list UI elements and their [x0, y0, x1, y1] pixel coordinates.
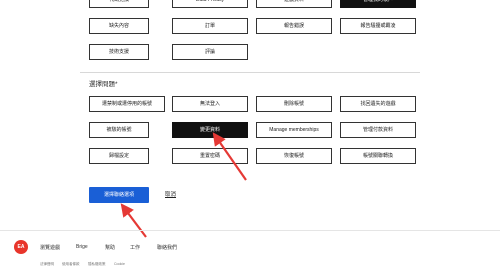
option-missing-content[interactable]: 缺失內容: [89, 18, 149, 34]
footer-link-contact[interactable]: 聯絡我們: [157, 244, 177, 251]
arrow-to-contact-button: [120, 203, 147, 238]
option-code-redeem[interactable]: 代碼兌換: [89, 0, 149, 8]
issue-reset-password[interactable]: 重置密碼: [172, 148, 248, 164]
issue-cannot-login[interactable]: 無法登入: [172, 96, 248, 112]
issue-delete-account[interactable]: 刪除帳號: [256, 96, 332, 112]
cancel-link[interactable]: 取消: [165, 187, 176, 203]
issue-recover-lost-game[interactable]: 找回遺失的遊戲: [340, 96, 416, 112]
option-game-data[interactable]: 遊戲資料: [256, 0, 332, 8]
issue-payment-info[interactable]: 管理付款資料: [340, 122, 416, 138]
issue-section-title: 選擇問題*: [89, 81, 118, 88]
option-manage-account[interactable]: 管理我的帳戶: [340, 0, 416, 8]
option-tech-support[interactable]: 技術支援: [89, 44, 149, 60]
footer-link-browse-games[interactable]: 瀏覽遊戲: [40, 244, 60, 251]
option-data-privacy[interactable]: Data Privacy: [172, 0, 248, 8]
issue-hacked-account[interactable]: 被駭的帳號: [89, 122, 149, 138]
annotation-arrows: [120, 132, 247, 238]
footer-link-help[interactable]: 幫助: [105, 244, 115, 251]
footer-legal-link[interactable]: Cookie: [114, 262, 125, 266]
issue-archive-settings[interactable]: 歸檔設定: [89, 148, 149, 164]
option-report-harassment[interactable]: 報告騷擾或霸凌: [340, 18, 416, 34]
footer-legal-link[interactable]: 使用者條款: [62, 262, 80, 267]
footer-link-brige[interactable]: Brige: [76, 244, 88, 250]
footer-link-jobs[interactable]: 工作: [130, 244, 140, 251]
footer-legal-link[interactable]: 法律聲明: [40, 262, 54, 267]
choose-contact-option-button[interactable]: 選擇聯絡選項: [89, 187, 149, 203]
issue-banned-account[interactable]: 遭禁制或遭停用的帳號: [89, 96, 165, 112]
option-orders[interactable]: 訂單: [172, 18, 248, 34]
footer-divider: [0, 230, 500, 231]
option-reviews[interactable]: 評論: [172, 44, 248, 60]
footer-legal-link[interactable]: 隱私權政策: [88, 262, 106, 267]
issue-account-link-transfer[interactable]: 帳號關聯轉換: [340, 148, 416, 164]
section-divider: [80, 72, 420, 73]
issue-restore-account[interactable]: 恢復帳號: [256, 148, 332, 164]
issue-change-data[interactable]: 變更資料: [172, 122, 248, 138]
ea-logo[interactable]: EA: [14, 240, 28, 254]
issue-manage-memberships[interactable]: Manage memberships: [256, 122, 332, 138]
option-report-bug[interactable]: 報告錯誤: [256, 18, 332, 34]
